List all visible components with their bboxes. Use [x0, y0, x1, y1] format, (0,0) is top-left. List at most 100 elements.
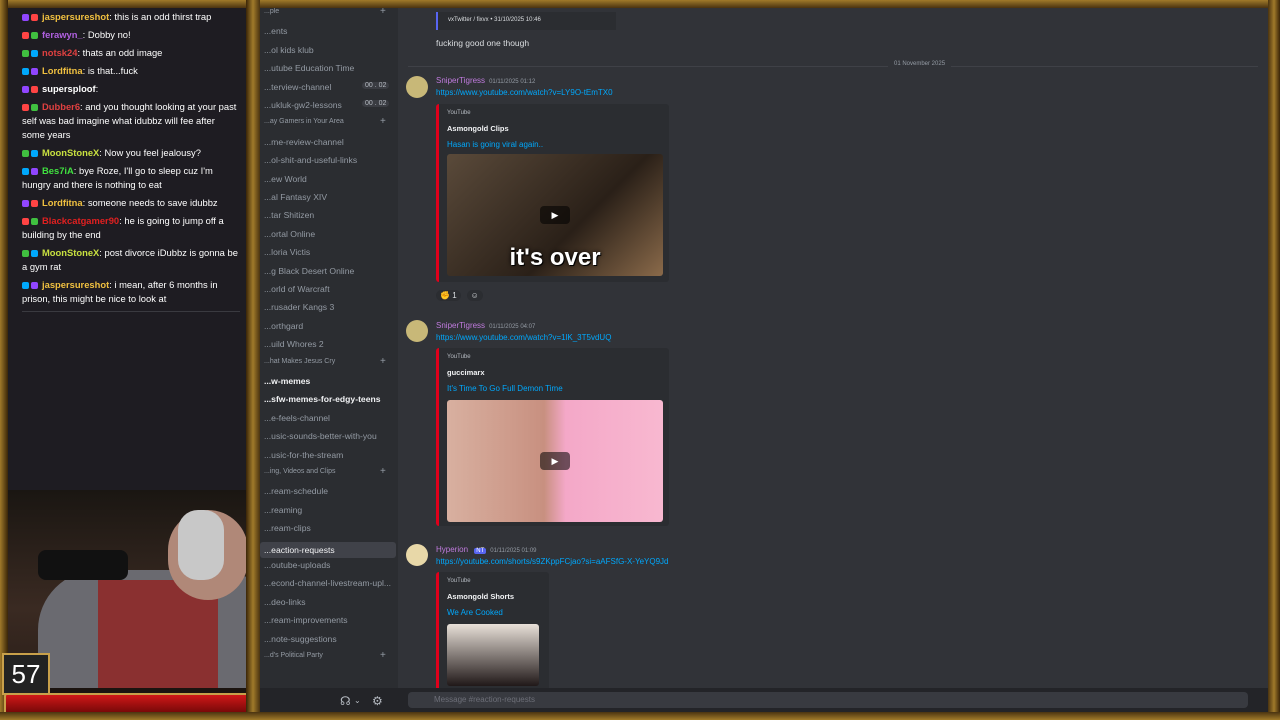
- badge-icons: [22, 100, 42, 114]
- message-link[interactable]: https://youtube.com/shorts/s9ZKppFCjao?s…: [436, 557, 668, 566]
- embed-channel[interactable]: Asmongold Clips: [447, 124, 509, 133]
- channel-item[interactable]: ...loria Victis: [264, 247, 310, 257]
- add-channel-icon[interactable]: +: [380, 466, 386, 477]
- chevron-down-icon[interactable]: ⌄: [354, 696, 361, 705]
- channel-item[interactable]: ...ream-improvements: [264, 615, 348, 625]
- add-channel-icon[interactable]: +: [380, 356, 386, 367]
- channel-item[interactable]: ...me-review-channel: [264, 137, 344, 147]
- channel-item[interactable]: ...utube Education Time: [264, 63, 354, 73]
- channel-category[interactable]: ...ing, Videos and Clips: [264, 468, 335, 475]
- channel-item[interactable]: ...ream-clips: [264, 523, 311, 533]
- embed-channel[interactable]: guccimarx: [447, 368, 485, 377]
- channel-item[interactable]: ...outube-uploads: [264, 560, 330, 570]
- video-thumbnail[interactable]: ▶: [447, 400, 663, 522]
- channel-item[interactable]: ...e-feels-channel: [264, 413, 330, 423]
- chat-username[interactable]: supersploof: [42, 83, 96, 94]
- channel-category[interactable]: ...hat Makes Jesus Cry: [264, 358, 335, 365]
- author-name[interactable]: SniperTigress: [436, 321, 485, 330]
- message-link[interactable]: https://www.youtube.com/watch?v=LY9O-tEm…: [436, 88, 613, 97]
- embed-title[interactable]: Hasan is going viral again..: [447, 140, 543, 149]
- chat-message: MoonStoneX: post divorce iDubbz is gonna…: [8, 244, 246, 276]
- gear-icon[interactable]: ⚙: [372, 694, 383, 708]
- message-author[interactable]: SniperTigress 01/11/2025 01:12: [436, 76, 535, 85]
- channel-item[interactable]: ...ew World: [264, 174, 307, 184]
- chat-username[interactable]: ferawyn_: [42, 29, 83, 40]
- add-channel-icon[interactable]: +: [380, 8, 386, 17]
- avatar[interactable]: [406, 544, 428, 566]
- youtube-embed: YouTube Asmongold Shorts We Are Cooked: [436, 572, 549, 692]
- chat-username[interactable]: Lordfitna: [42, 197, 83, 208]
- message-input[interactable]: Message #reaction-requests: [408, 692, 1248, 708]
- channel-item[interactable]: ...terview-channel: [264, 82, 331, 92]
- avatar[interactable]: [406, 76, 428, 98]
- channel-item[interactable]: ...ream-schedule: [264, 486, 328, 496]
- chat-username[interactable]: Lordfitna: [42, 65, 83, 76]
- play-icon[interactable]: ▶: [540, 452, 570, 470]
- add-channel-icon[interactable]: +: [380, 650, 386, 661]
- chat-divider: [22, 311, 240, 312]
- channel-item[interactable]: ...ukluk-gw2-lessons: [264, 100, 342, 110]
- chat-username[interactable]: MoonStoneX: [42, 247, 99, 258]
- channel-item[interactable]: ...reaming: [264, 505, 302, 515]
- channel-category[interactable]: ...d's Political Party: [264, 652, 323, 659]
- video-thumbnail[interactable]: it's over ▶: [447, 154, 663, 276]
- counter-badge: 57: [2, 653, 50, 695]
- badge-icon: [22, 168, 29, 176]
- channel-category[interactable]: ...ay Gamers in Your Area: [264, 118, 344, 125]
- badge-icon: [22, 200, 29, 208]
- avatar[interactable]: [406, 320, 428, 342]
- badge-icons: [22, 246, 42, 260]
- channel-item[interactable]: ...note-suggestions: [264, 634, 337, 644]
- embed-provider: YouTube: [447, 578, 471, 584]
- channel-item[interactable]: ...uild Whores 2: [264, 339, 324, 349]
- channel-category[interactable]: ...ple: [264, 8, 279, 15]
- message-author[interactable]: SniperTigress 01/11/2025 04:07: [436, 321, 535, 330]
- chat-username[interactable]: MoonStoneX: [42, 147, 99, 158]
- badge-icon: [22, 282, 29, 290]
- chat-username[interactable]: jaspersureshot: [42, 279, 109, 290]
- add-reaction-icon[interactable]: ☺: [466, 290, 483, 301]
- play-icon[interactable]: ▶: [540, 206, 570, 224]
- badge-icons: [22, 46, 42, 60]
- author-name[interactable]: SniperTigress: [436, 76, 485, 85]
- chat-message: Bes7iA: bye Roze, I'll go to sleep cuz I…: [8, 162, 246, 194]
- channel-item[interactable]: ...ol-shit-and-useful-links: [264, 155, 357, 165]
- reply-preview-text: vxTwitter / fixvx • 31/10/2025 10:46: [448, 17, 541, 23]
- embed-provider: YouTube: [447, 110, 471, 116]
- channel-item[interactable]: ...usic-sounds-better-with-you: [264, 431, 377, 441]
- channel-item[interactable]: ...rusader Kangs 3: [264, 302, 334, 312]
- channel-item[interactable]: ...orthgard: [264, 321, 303, 331]
- author-name[interactable]: Hyperion: [436, 545, 468, 554]
- chat-username[interactable]: jaspersureshot: [42, 11, 109, 22]
- channel-item[interactable]: ...ents: [264, 26, 287, 36]
- channel-item[interactable]: ...tar Shitizen: [264, 210, 314, 220]
- chat-username[interactable]: Blackcatgamer90: [42, 215, 119, 226]
- channel-item[interactable]: ...ortal Online: [264, 229, 315, 239]
- headphones-icon[interactable]: ☊: [340, 694, 351, 708]
- add-channel-icon[interactable]: +: [380, 116, 386, 127]
- chat-username[interactable]: Dubber6: [42, 101, 80, 112]
- embed-title[interactable]: We Are Cooked: [447, 608, 503, 617]
- reaction-chip[interactable]: ✊ 1: [436, 290, 461, 301]
- channel-item[interactable]: ...econd-channel-livestream-upl...: [264, 578, 391, 588]
- reply-preview[interactable]: vxTwitter / fixvx • 31/10/2025 10:46: [436, 12, 616, 30]
- chat-message: jaspersureshot: this is an odd thirst tr…: [8, 8, 246, 26]
- channel-item[interactable]: ...orld of Warcraft: [264, 284, 330, 294]
- badge-icon: [31, 282, 38, 290]
- message-list: vxTwitter / fixvx • 31/10/2025 10:46 fuc…: [398, 8, 1268, 692]
- channel-item[interactable]: ...g Black Desert Online: [264, 266, 354, 276]
- message-author[interactable]: Hyperion NT 01/11/2025 01:09: [436, 545, 537, 554]
- channel-item[interactable]: ...al Fantasy XIV: [264, 192, 327, 202]
- video-thumbnail[interactable]: [447, 624, 539, 686]
- channel-item[interactable]: ...ol kids klub: [264, 45, 314, 55]
- chat-username[interactable]: Bes7iA: [42, 165, 74, 176]
- message-link[interactable]: https://www.youtube.com/watch?v=1lK_3T5v…: [436, 333, 611, 342]
- embed-channel[interactable]: Asmongold Shorts: [447, 592, 514, 601]
- embed-title[interactable]: It's Time To Go Full Demon Time: [447, 384, 563, 393]
- chat-username[interactable]: notsk24: [42, 47, 77, 58]
- channel-item[interactable]: ...w-memes: [264, 376, 310, 386]
- channel-item[interactable]: ...deo-links: [264, 597, 306, 607]
- channel-item[interactable]: ...sfw-memes-for-edgy-teens: [264, 394, 381, 404]
- channel-item[interactable]: ...usic-for-the-stream: [264, 450, 343, 460]
- channel-item[interactable]: ...eaction-requests: [260, 541, 396, 558]
